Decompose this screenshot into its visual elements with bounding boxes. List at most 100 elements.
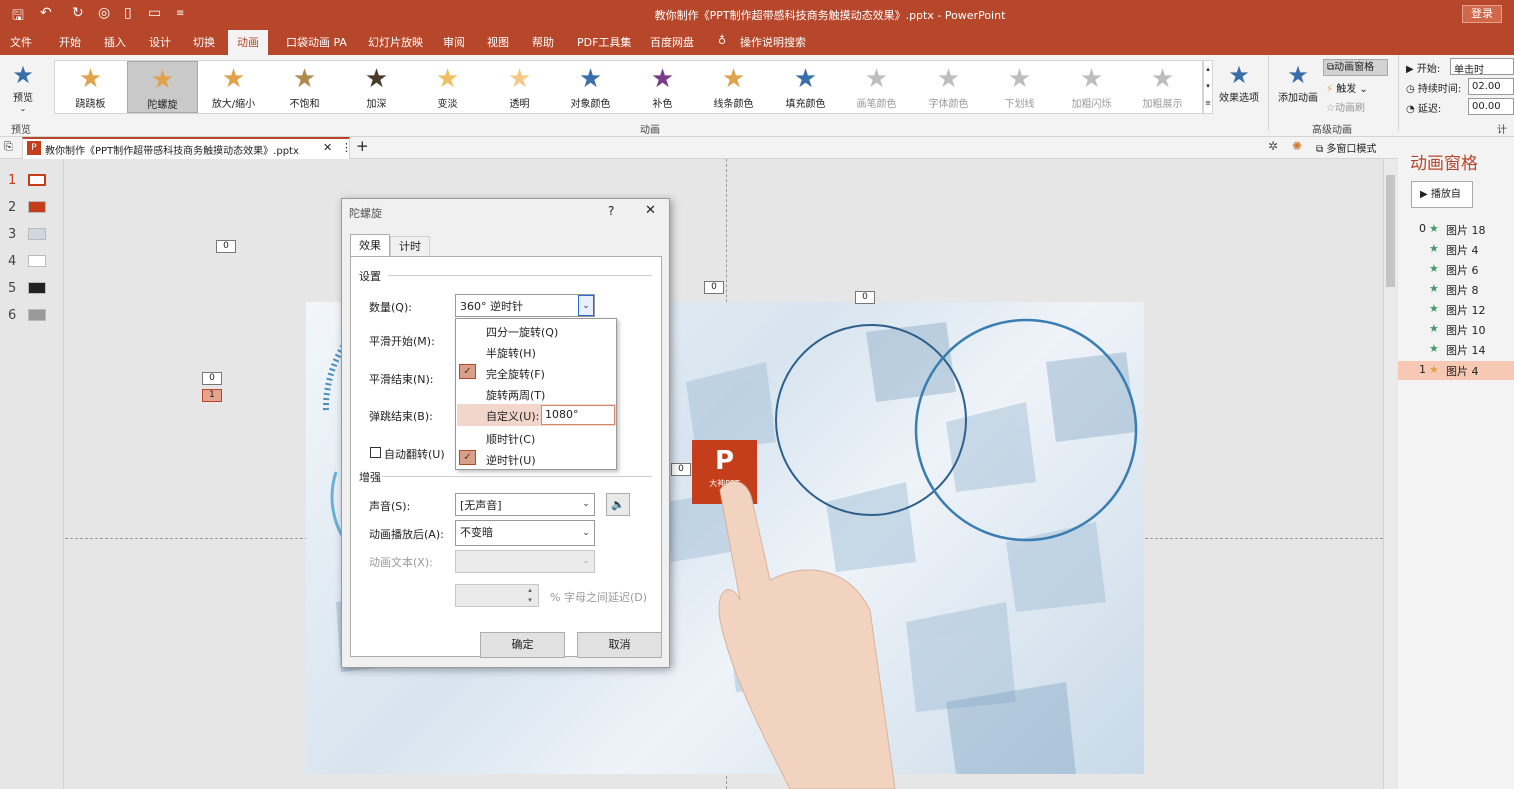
option-half-spin[interactable]: 半旋转(H) — [486, 345, 536, 361]
cancel-button[interactable]: 取消 — [577, 632, 662, 658]
tab-review[interactable]: 审阅 — [443, 34, 465, 50]
tab-baidu-netdisk[interactable]: 百度网盘 — [650, 34, 694, 50]
save-icon[interactable]: 🖫 — [12, 5, 24, 29]
effect-grow-shrink[interactable]: ★ 放大/缩小 — [198, 61, 269, 113]
anim-item[interactable]: 0 ★ 图片 18 — [1398, 222, 1514, 240]
effect-object-color[interactable]: ★ 对象颜色 — [555, 61, 626, 113]
multiwindow-button[interactable]: ⧉ 多窗口模式 — [1316, 140, 1376, 155]
anim-item[interactable]: ★ 图片 10 — [1398, 322, 1514, 340]
effect-underline[interactable]: ★ 下划线 — [984, 61, 1055, 113]
effect-bold-flash[interactable]: ★ 加粗闪烁 — [1056, 61, 1127, 113]
speaker-icon[interactable]: 🔈 — [606, 493, 630, 516]
effect-bold-reveal[interactable]: ★ 加粗展示 — [1127, 61, 1198, 113]
vertical-scrollbar[interactable] — [1383, 159, 1397, 789]
customize-icon[interactable]: ≡ — [176, 8, 184, 19]
slide-thumb-1[interactable] — [28, 174, 46, 186]
tab-home[interactable]: 开始 — [59, 34, 81, 50]
option-full-spin[interactable]: 完全旋转(F) — [486, 366, 545, 382]
animation-tag[interactable]: 0 — [216, 240, 236, 253]
slide-thumb-6[interactable] — [28, 309, 46, 321]
effect-lighten[interactable]: ★ 变淡 — [412, 61, 483, 113]
effect-transparency[interactable]: ★ 透明 — [484, 61, 555, 113]
effect-complementary-color[interactable]: ★ 补色 — [627, 61, 698, 113]
play-from-button[interactable]: ▶ 播放自 — [1411, 181, 1473, 208]
sound-select[interactable]: [无声音] ⌄ — [455, 493, 595, 516]
trigger-button[interactable]: ⚡ 触发 ⌄ — [1326, 80, 1368, 95]
letter-delay-input[interactable]: ▴ ▾ — [455, 584, 539, 607]
effect-spin[interactable]: ★ 陀螺旋 — [127, 61, 198, 113]
open-folder-icon[interactable]: ▭ — [148, 5, 161, 21]
animation-tag[interactable]: 0 — [704, 281, 724, 294]
more-icon[interactable]: ⋮ — [341, 141, 352, 154]
duration-input[interactable]: 02.00 — [1468, 78, 1514, 95]
effect-darken[interactable]: ★ 加深 — [341, 61, 412, 113]
new-file-icon[interactable]: ▯ — [124, 5, 132, 21]
tell-me-search[interactable]: 操作说明搜索 — [740, 34, 806, 50]
slideshow-icon[interactable]: ◎ — [98, 5, 110, 21]
gallery-scroll[interactable]: ▴ ▾ ≡ — [1203, 60, 1213, 114]
slide-thumb-2[interactable] — [28, 201, 46, 213]
animation-tag[interactable]: 0 — [671, 463, 691, 476]
settings-icon[interactable]: ✺ — [1292, 139, 1302, 153]
option-clockwise[interactable]: 顺时针(C) — [486, 431, 535, 447]
tab-help[interactable]: 帮助 — [532, 34, 554, 50]
effect-teeter[interactable]: ★ 跷跷板 — [55, 61, 126, 113]
slide-thumb-5[interactable] — [28, 282, 46, 294]
tab-slideshow[interactable]: 幻灯片放映 — [368, 34, 423, 50]
animation-painter-button[interactable]: ☆动画刷 — [1326, 99, 1365, 114]
redo-icon[interactable]: ↻ — [72, 5, 84, 21]
tab-pocket-animation[interactable]: 口袋动画 PA — [286, 34, 347, 50]
animate-text-select[interactable]: ⌄ — [455, 550, 595, 573]
undo-icon[interactable]: ↶ — [40, 5, 52, 21]
option-counterclockwise[interactable]: 逆时针(U) — [486, 452, 536, 468]
anim-item[interactable]: ★ 图片 8 — [1398, 282, 1514, 300]
animation-tag[interactable]: 0 — [202, 372, 222, 385]
add-tab-icon[interactable]: + — [356, 137, 369, 155]
chevron-down-icon[interactable]: ⌄ — [578, 295, 594, 316]
animation-tag[interactable]: 0 — [855, 291, 875, 304]
auto-reverse-checkbox[interactable] — [370, 447, 381, 458]
anim-item[interactable]: ★ 图片 6 — [1398, 262, 1514, 280]
slide-thumb-4[interactable] — [28, 255, 46, 267]
amount-select[interactable]: 360° 逆时针 ⌄ — [455, 294, 595, 317]
tab-animations[interactable]: 动画 — [228, 30, 268, 55]
custom-degrees-input[interactable]: 1080° — [541, 405, 615, 425]
document-tab[interactable]: P 教你制作《PPT制作超带感科技商务触摸动态效果》.pptx ✕ ⋮ — [22, 137, 352, 159]
anim-item-selected[interactable]: 1 ★ 图片 4 — [1398, 361, 1514, 380]
effect-options-button[interactable]: ★ 效果选项 — [1216, 61, 1262, 104]
effect-font-color[interactable]: ★ 字体颜色 — [913, 61, 984, 113]
tab-pdf-tools[interactable]: PDF工具集 — [577, 34, 631, 50]
tab-view[interactable]: 视图 — [487, 34, 509, 50]
preview-button[interactable]: ★ 预览 ⌄ — [6, 61, 40, 113]
login-button[interactable]: 登录 — [1462, 5, 1502, 23]
effect-fill-color[interactable]: ★ 填充颜色 — [770, 61, 841, 113]
after-animation-select[interactable]: 不变暗 ⌄ — [455, 520, 595, 546]
anim-item[interactable]: ★ 图片 14 — [1398, 342, 1514, 360]
tab-menu-icon[interactable]: ⎘ — [4, 140, 13, 154]
anim-item[interactable]: ★ 图片 4 — [1398, 242, 1514, 260]
anim-item[interactable]: ★ 图片 12 — [1398, 302, 1514, 320]
option-quarter-spin[interactable]: 四分一旋转(Q) — [486, 324, 558, 340]
tab-design[interactable]: 设计 — [149, 34, 171, 50]
option-two-spins[interactable]: 旋转两周(T) — [486, 387, 545, 403]
tab-insert[interactable]: 插入 — [104, 34, 126, 50]
add-animation-button[interactable]: ★ 添加动画 — [1274, 61, 1322, 104]
close-icon[interactable]: ✕ — [323, 141, 332, 154]
slide-thumb-3[interactable] — [28, 228, 46, 240]
close-icon[interactable]: ✕ — [645, 203, 656, 218]
start-select[interactable]: 单击时 — [1450, 58, 1514, 76]
delay-input[interactable]: 00.00 — [1468, 98, 1514, 115]
scroll-thumb[interactable] — [1386, 175, 1395, 287]
tab-transitions[interactable]: 切换 — [193, 34, 215, 50]
pin-icon[interactable]: ✲ — [1268, 139, 1278, 153]
spinner-icon[interactable]: ▴ ▾ — [522, 585, 538, 606]
tab-effect[interactable]: 效果 — [350, 234, 390, 257]
tab-file[interactable]: 文件 — [10, 34, 32, 50]
effect-line-color[interactable]: ★ 线条颜色 — [698, 61, 769, 113]
animation-tag-selected[interactable]: 1 — [202, 389, 222, 402]
animation-pane-button[interactable]: ⧉动画窗格 — [1323, 59, 1388, 76]
tab-timing[interactable]: 计时 — [390, 236, 430, 257]
ok-button[interactable]: 确定 — [480, 632, 565, 658]
effect-desaturate[interactable]: ★ 不饱和 — [269, 61, 340, 113]
effect-brush-color[interactable]: ★ 画笔颜色 — [841, 61, 912, 113]
